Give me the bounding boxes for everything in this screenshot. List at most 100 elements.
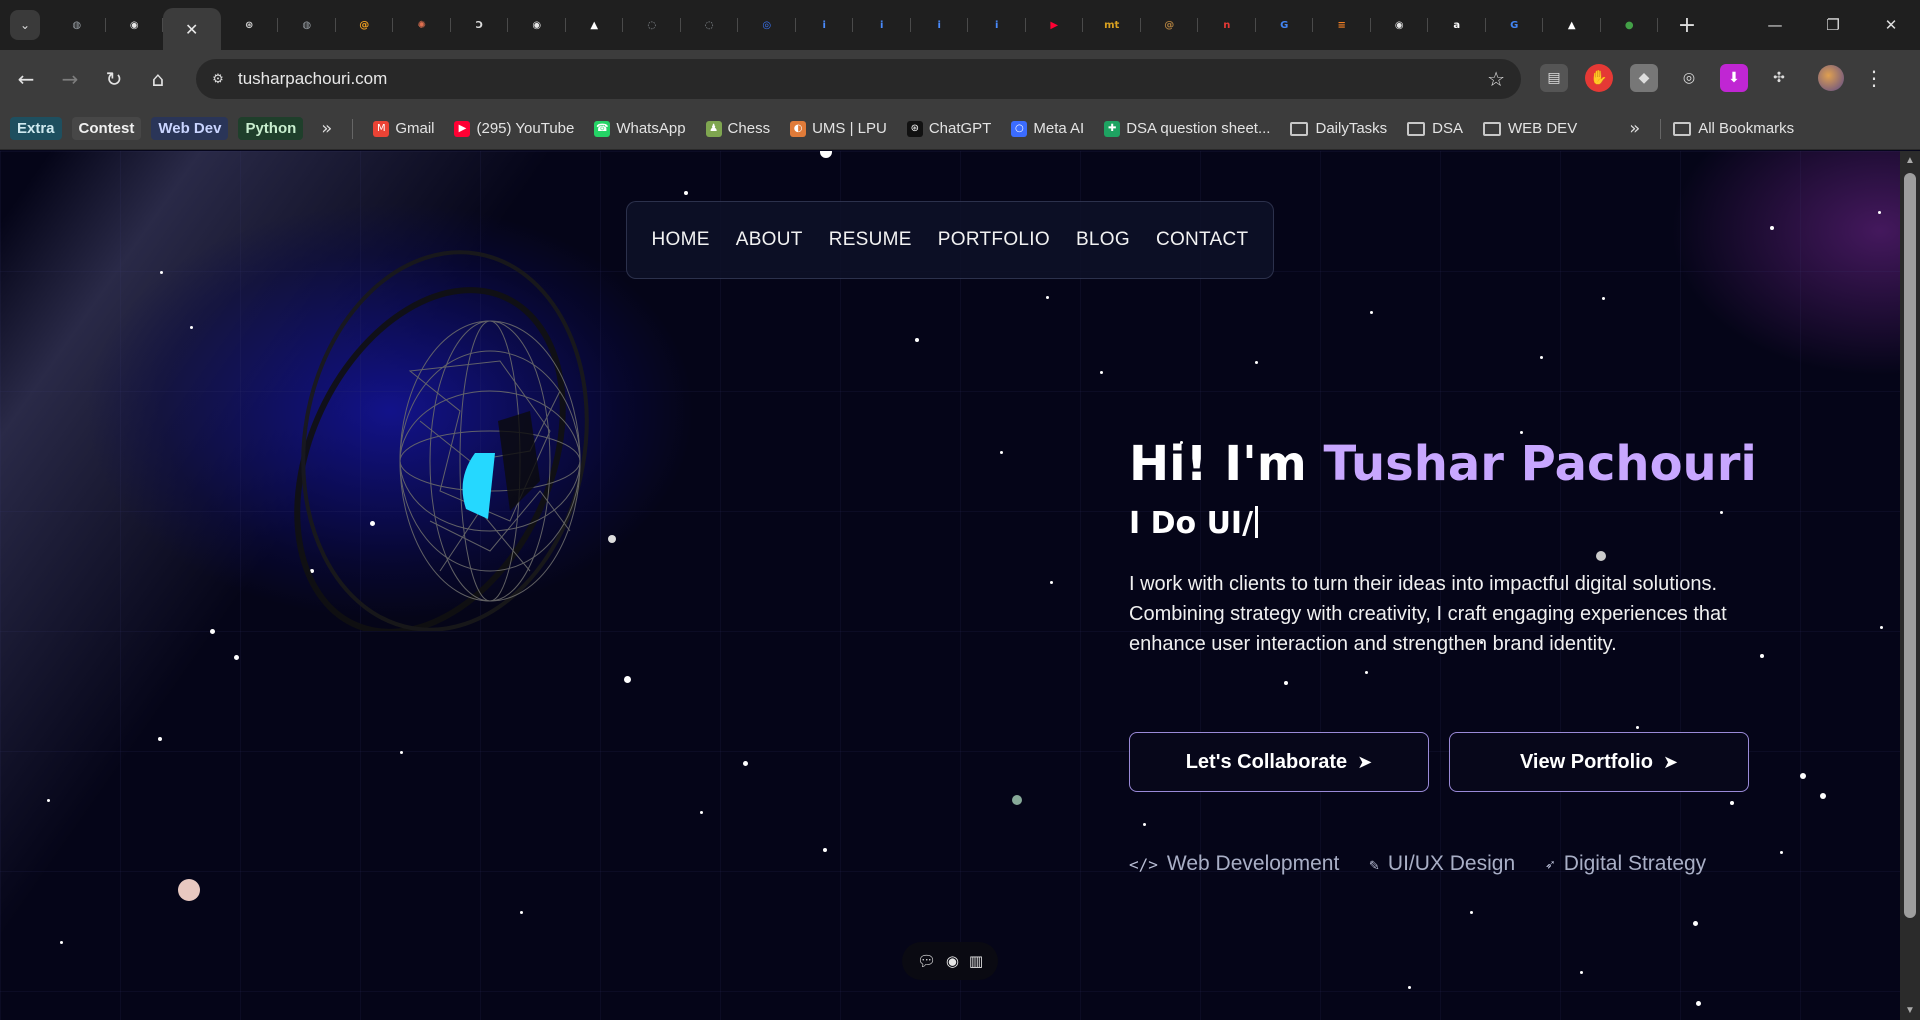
nav-link-contact[interactable]: CONTACT — [1156, 229, 1249, 251]
browser-tab[interactable]: i — [853, 7, 911, 43]
reload-button[interactable]: ↻ — [96, 61, 132, 97]
browser-tab[interactable]: ◉ — [508, 7, 566, 43]
extension-icon[interactable]: ▤ — [1540, 64, 1568, 92]
nav-link-about[interactable]: ABOUT — [736, 229, 803, 251]
url-text[interactable]: tusharpachouri.com — [238, 69, 387, 89]
browser-tab[interactable]: a — [1428, 7, 1486, 43]
browser-tab[interactable]: n — [1198, 7, 1256, 43]
scrollbar-thumb[interactable] — [1904, 173, 1916, 918]
browser-tab[interactable]: @ — [336, 7, 394, 43]
bookmark-folder[interactable]: DSA — [1407, 120, 1463, 137]
page-scrollbar[interactable]: ▲ ▼ — [1900, 151, 1920, 1020]
browser-tab[interactable]: ▲ — [566, 7, 624, 43]
browser-tab[interactable]: @ — [1141, 7, 1199, 43]
profile-avatar[interactable] — [1818, 65, 1844, 91]
browser-tab[interactable]: ◌ — [623, 7, 681, 43]
book-icon[interactable]: ▥ — [969, 952, 983, 970]
browser-tab[interactable]: ≡ — [1313, 7, 1371, 43]
all-bookmarks-button[interactable]: All Bookmarks — [1673, 120, 1794, 137]
home-button[interactable]: ⌂ — [140, 61, 176, 97]
bookmark-item[interactable]: ○ Meta AI — [1011, 120, 1084, 137]
browser-tab[interactable]: Ↄ — [451, 7, 509, 43]
browser-tab[interactable]: mt — [1083, 7, 1141, 43]
nav-link-blog[interactable]: BLOG — [1076, 229, 1130, 251]
browser-tab[interactable]: G — [1486, 7, 1544, 43]
nav-link-portfolio[interactable]: PORTFOLIO — [938, 229, 1050, 251]
address-bar[interactable]: ⚙ tusharpachouri.com ☆ — [196, 59, 1521, 99]
browser-tab[interactable]: ● — [1601, 7, 1659, 43]
puzzle-icon[interactable]: ✣ — [1765, 64, 1793, 92]
bookmark-item[interactable]: ⊛ ChatGPT — [906, 120, 991, 137]
tab-active[interactable]: ✕ — [163, 8, 221, 50]
bookmark-separator — [1660, 118, 1662, 139]
bookmark-star-icon[interactable]: ☆ — [1487, 67, 1505, 91]
browser-tab[interactable]: ⊛ — [221, 7, 279, 43]
forward-button[interactable]: → — [52, 61, 88, 97]
extension-icon[interactable]: ◆ — [1630, 64, 1658, 92]
site-info-icon[interactable]: ⚙ — [204, 65, 232, 93]
bookmark-folder-chip[interactable]: Contest — [71, 117, 142, 140]
browser-tab[interactable]: ✺ — [393, 7, 451, 43]
tab-close-icon[interactable]: ✕ — [185, 20, 198, 39]
new-tab-button[interactable]: + — [1672, 10, 1702, 40]
browser-tab[interactable]: ▶ — [1026, 7, 1084, 43]
extension-icon[interactable]: ◎ — [1675, 64, 1703, 92]
browser-tab[interactable]: G — [1256, 7, 1314, 43]
lpu-icon: ◐ — [790, 120, 807, 137]
chevron-double-right-icon[interactable]: » — [1629, 118, 1640, 139]
bookmark-folder-chip[interactable]: Python — [238, 117, 304, 140]
loading-icon: ◌ — [647, 19, 657, 31]
browser-tab[interactable]: ◎ — [738, 7, 796, 43]
back-button[interactable]: ← — [8, 61, 44, 97]
menu-icon[interactable]: ⋮ — [1864, 66, 1884, 90]
bookmark-folder-chip[interactable]: Extra — [10, 117, 62, 140]
nav-link-resume[interactable]: RESUME — [829, 229, 912, 251]
bookmark-item[interactable]: ✚ DSA question sheet... — [1104, 120, 1270, 137]
adblock-icon[interactable]: ✋ — [1585, 64, 1613, 92]
star-particle — [1880, 626, 1883, 629]
browser-tab[interactable]: ▲ — [1543, 7, 1601, 43]
star-particle — [915, 338, 919, 342]
minimize-button[interactable]: — — [1746, 0, 1804, 50]
comment-icon[interactable]: 💬︎ — [917, 952, 936, 970]
bookmark-item[interactable]: ♟ Chess — [705, 120, 770, 137]
extensions-area: ▤ ✋ ◆ ◎ ⬇ ✣ ⋮ — [1540, 64, 1884, 92]
tab-search-button[interactable]: ⌄ — [10, 10, 40, 40]
loading-icon: ◌ — [704, 19, 714, 31]
browser-tab[interactable]: i — [968, 7, 1026, 43]
bookmark-item[interactable]: ◐ UMS | LPU — [790, 120, 887, 137]
eye-icon[interactable]: ◉ — [946, 952, 959, 970]
nav-link-home[interactable]: HOME — [652, 229, 710, 251]
browser-tab[interactable]: ◉ — [106, 7, 164, 43]
scroll-down-arrow-icon[interactable]: ▼ — [1905, 1005, 1915, 1016]
restore-button[interactable]: ❐ — [1804, 0, 1862, 50]
bookmark-folder-chip[interactable]: Web Dev — [151, 117, 229, 140]
close-window-button[interactable]: ✕ — [1862, 0, 1920, 50]
openai-icon: ⊛ — [245, 19, 254, 31]
star-particle — [400, 751, 403, 754]
globe-icon: ◍ — [72, 19, 82, 31]
view-portfolio-button[interactable]: View Portfolio ➤ — [1449, 732, 1749, 792]
browser-tab[interactable]: i — [796, 7, 854, 43]
skill-item: ✎ UI/UX Design — [1369, 852, 1515, 876]
bookmark-folder[interactable]: DailyTasks — [1290, 120, 1387, 137]
star-particle — [1878, 211, 1881, 214]
star-particle — [1693, 921, 1698, 926]
lets-collaborate-button[interactable]: Let's Collaborate ➤ — [1129, 732, 1429, 792]
all-bookmarks-label: All Bookmarks — [1698, 120, 1795, 137]
chevron-double-right-icon[interactable]: » — [321, 118, 332, 139]
download-icon[interactable]: ⬇ — [1720, 64, 1748, 92]
bookmark-item[interactable]: ▶ (295) YouTube — [454, 120, 574, 137]
bookmark-item[interactable]: ☎ WhatsApp — [594, 120, 686, 137]
browser-tab[interactable]: ◍ — [48, 7, 106, 43]
bookmark-folder[interactable]: WEB DEV — [1483, 120, 1577, 137]
bookmark-item[interactable]: M Gmail — [373, 120, 434, 137]
browser-tab[interactable]: ◌ — [681, 7, 739, 43]
scroll-up-arrow-icon[interactable]: ▲ — [1905, 155, 1915, 166]
browser-tab[interactable]: i — [911, 7, 969, 43]
star-particle — [1100, 371, 1103, 374]
typing-headline: I Do UI/ — [1129, 506, 1779, 541]
browser-tab[interactable]: ◉ — [1371, 7, 1429, 43]
amazon-icon: a — [1453, 19, 1461, 31]
browser-tab[interactable]: ◍ — [278, 7, 336, 43]
